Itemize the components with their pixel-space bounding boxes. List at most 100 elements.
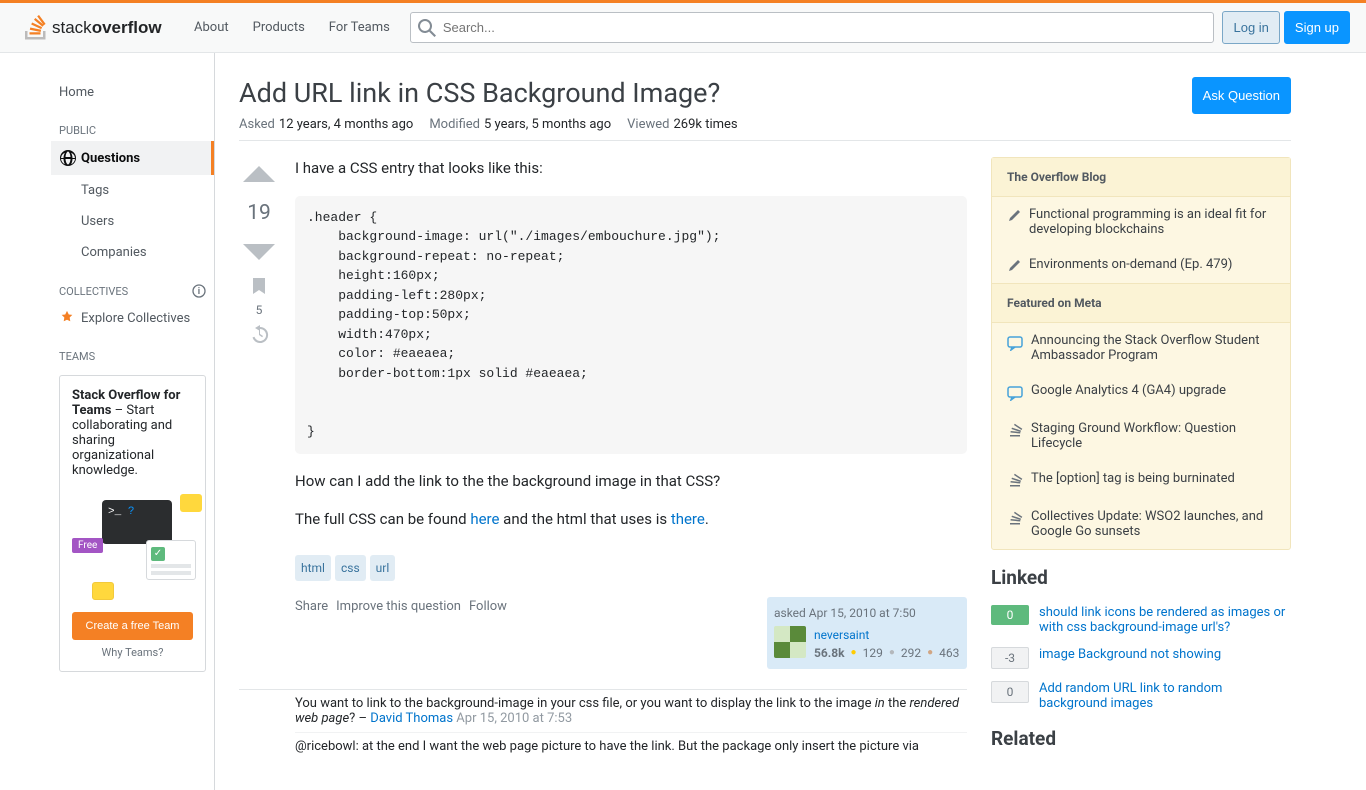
linked-link[interactable]: Add random URL link to random background… xyxy=(1039,681,1291,711)
teams-promo-text: Stack Overflow for Teams – Start collabo… xyxy=(72,388,193,478)
pencil-icon xyxy=(1007,209,1021,223)
overflow-blog-header: The Overflow Blog xyxy=(992,158,1290,197)
user-avatar[interactable] xyxy=(774,626,806,658)
featured-meta-header: Featured on Meta xyxy=(992,283,1290,323)
improve-link[interactable]: Improve this question xyxy=(336,597,461,669)
there-link[interactable]: there xyxy=(671,510,705,528)
nav-about[interactable]: About xyxy=(182,14,241,41)
bronze-badge-icon: ● xyxy=(927,645,933,660)
upvote-icon[interactable] xyxy=(241,157,277,193)
asked-time: asked Apr 15, 2010 at 7:50 xyxy=(774,604,960,622)
create-team-button[interactable]: Create a free Team xyxy=(72,612,193,640)
meta-link[interactable]: Collectives Update: WSO2 launches, and G… xyxy=(1031,509,1275,539)
downvote-icon[interactable] xyxy=(241,233,277,269)
silver-badge-icon: ● xyxy=(889,645,895,660)
search-input[interactable] xyxy=(410,12,1215,43)
pencil-icon xyxy=(1007,259,1021,273)
bookmark-count: 5 xyxy=(256,303,263,317)
linked-score: 0 xyxy=(991,681,1029,703)
here-link[interactable]: here xyxy=(470,510,499,528)
tag-css[interactable]: css xyxy=(335,555,366,581)
meta-item: Announcing the Stack Overflow Student Am… xyxy=(992,323,1290,373)
teams-promo-box: Stack Overflow for Teams – Start collabo… xyxy=(59,375,206,672)
meta-link[interactable]: Staging Ground Workflow: Question Lifecy… xyxy=(1031,421,1275,451)
comments-list: You want to link to the background-image… xyxy=(239,689,967,760)
question-body: I have a CSS entry that looks like this:… xyxy=(295,157,967,669)
teams-promo-visual: >_ ? ✓ Free xyxy=(72,490,193,600)
question-tags: html css url xyxy=(295,555,967,581)
speech-bubble-icon xyxy=(1007,385,1023,401)
meta-item: Staging Ground Workflow: Question Lifecy… xyxy=(992,411,1290,461)
meta-link[interactable]: The [option] tag is being burninated xyxy=(1031,471,1235,489)
stack-icon xyxy=(1007,511,1023,527)
user-reputation: 56.8k ●129 ●292 ●463 xyxy=(814,644,959,662)
linked-score: -3 xyxy=(991,647,1029,669)
nav-products[interactable]: Products xyxy=(241,14,317,41)
search-icon xyxy=(418,19,436,37)
signup-button[interactable]: Sign up xyxy=(1284,11,1350,44)
tag-html[interactable]: html xyxy=(295,555,331,581)
comment-item: @ricebowl: at the end I want the web pag… xyxy=(295,733,967,760)
info-icon[interactable]: i xyxy=(192,284,206,298)
share-link[interactable]: Share xyxy=(295,597,328,669)
stack-icon xyxy=(1007,473,1023,489)
left-sidebar: Home PUBLIC Questions Tags Users Compani… xyxy=(51,53,215,790)
body-question: How can I add the link to the the backgr… xyxy=(295,470,967,493)
linked-item: 0 Add random URL link to random backgrou… xyxy=(991,681,1291,711)
user-card: asked Apr 15, 2010 at 7:50 neversaint 56… xyxy=(767,597,967,669)
svg-text:i: i xyxy=(198,287,200,297)
question-title: Add URL link in CSS Background Image? xyxy=(239,77,720,109)
nav-for-teams[interactable]: For Teams xyxy=(317,14,402,41)
sidebar-collectives-label: COLLECTIVES i xyxy=(51,268,214,302)
stackoverflow-logo[interactable]: stackoverflow xyxy=(16,3,182,52)
meta-link[interactable]: Announcing the Stack Overflow Student Am… xyxy=(1031,333,1275,363)
sidebar-explore-collectives[interactable]: Explore Collectives xyxy=(51,302,214,334)
linked-link[interactable]: image Background not showing xyxy=(1039,647,1221,662)
why-teams-link[interactable]: Why Teams? xyxy=(72,646,193,659)
speech-bubble-icon xyxy=(1007,335,1023,351)
login-button[interactable]: Log in xyxy=(1222,11,1279,44)
meta-item: Google Analytics 4 (GA4) upgrade xyxy=(992,373,1290,411)
blog-item: Environments on-demand (Ep. 479) xyxy=(992,247,1290,283)
question-header: Add URL link in CSS Background Image? As… xyxy=(239,77,1291,117)
linked-item: -3 image Background not showing xyxy=(991,647,1291,669)
tag-url[interactable]: url xyxy=(370,555,396,581)
meta-link[interactable]: Google Analytics 4 (GA4) upgrade xyxy=(1031,383,1226,401)
post-actions: Share Improve this question Follow asked… xyxy=(295,597,967,669)
sidebar-users[interactable]: Users xyxy=(51,206,214,237)
user-name-link[interactable]: neversaint xyxy=(814,626,959,644)
bookmark-icon[interactable] xyxy=(250,277,268,295)
vote-controls: 19 5 xyxy=(239,157,279,669)
search-container xyxy=(410,12,1215,43)
question-meta: Asked12 years, 4 months ago Modified5 ye… xyxy=(239,117,1291,141)
svg-text:stackoverflow: stackoverflow xyxy=(52,18,162,37)
follow-link[interactable]: Follow xyxy=(469,597,507,669)
meta-item: The [option] tag is being burninated xyxy=(992,461,1290,499)
sidebar-tags[interactable]: Tags xyxy=(51,175,214,206)
meta-item: Collectives Update: WSO2 launches, and G… xyxy=(992,499,1290,549)
linked-link[interactable]: should link icons be rendered as images … xyxy=(1039,605,1291,635)
ask-question-button[interactable]: Ask Question xyxy=(1192,77,1291,114)
comment-date: Apr 15, 2010 at 7:53 xyxy=(456,711,572,726)
blog-item: Functional programming is an ideal fit f… xyxy=(992,197,1290,247)
sidebar-questions[interactable]: Questions xyxy=(51,141,214,175)
blog-link[interactable]: Environments on-demand (Ep. 479) xyxy=(1029,257,1232,273)
code-block: .header { background-image: url("./image… xyxy=(295,196,967,454)
related-section-title: Related xyxy=(991,727,1291,750)
blog-link[interactable]: Functional programming is an ideal fit f… xyxy=(1029,207,1275,237)
comment-user-link[interactable]: David Thomas xyxy=(370,711,453,726)
sidebar-public-label: PUBLIC xyxy=(51,108,214,141)
site-header: stackoverflow About Products For Teams L… xyxy=(0,3,1366,53)
stackoverflow-logo-icon: stackoverflow xyxy=(24,13,174,43)
gold-badge-icon: ● xyxy=(851,645,857,660)
right-sidebar: The Overflow Blog Functional programming… xyxy=(991,157,1291,766)
comment-item: You want to link to the background-image… xyxy=(295,690,967,733)
sidebar-teams-label: TEAMS xyxy=(51,334,214,367)
sidebar-home[interactable]: Home xyxy=(51,77,214,108)
history-icon[interactable] xyxy=(250,325,269,343)
sidebar-companies[interactable]: Companies xyxy=(51,237,214,268)
body-intro: I have a CSS entry that looks like this: xyxy=(295,157,967,180)
stack-icon xyxy=(1007,423,1023,439)
body-links: The full CSS can be found here and the h… xyxy=(295,508,967,531)
globe-icon xyxy=(59,149,77,167)
